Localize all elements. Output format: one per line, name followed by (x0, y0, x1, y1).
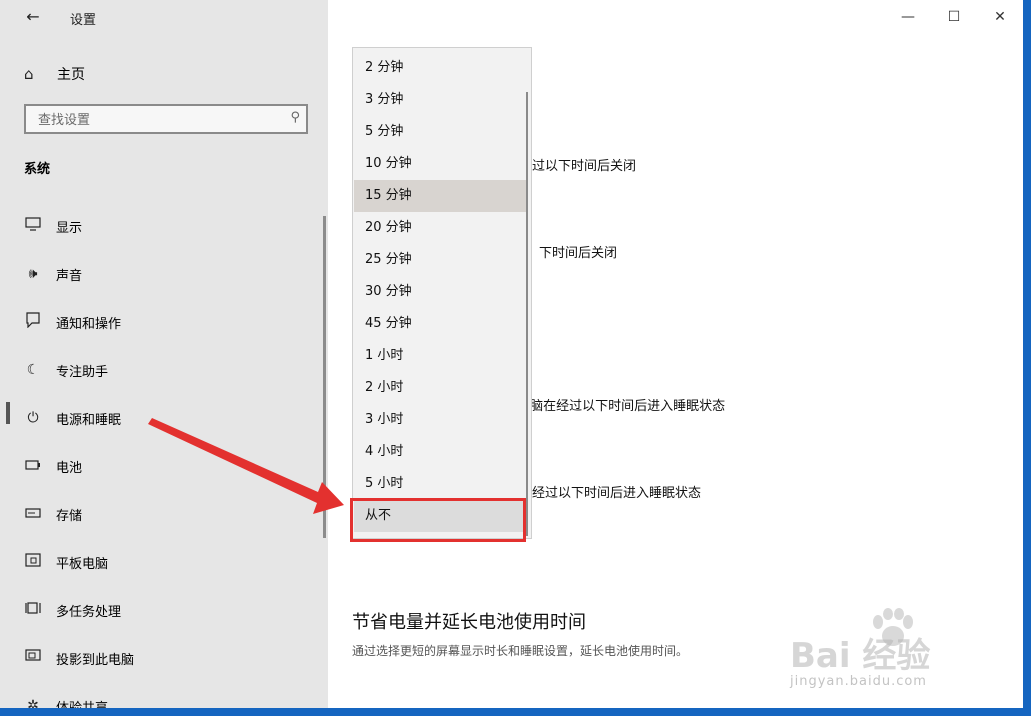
watermark-url: jingyan.baidu.com (790, 674, 927, 689)
baidu-watermark: Bai 经验 jingyan.baidu.com (790, 600, 980, 700)
settings-window: ← 设置 ⌂ 主页 ⚲ 系统 显示 🕪 声音 (0, 0, 1023, 708)
paw-icon (873, 608, 913, 646)
